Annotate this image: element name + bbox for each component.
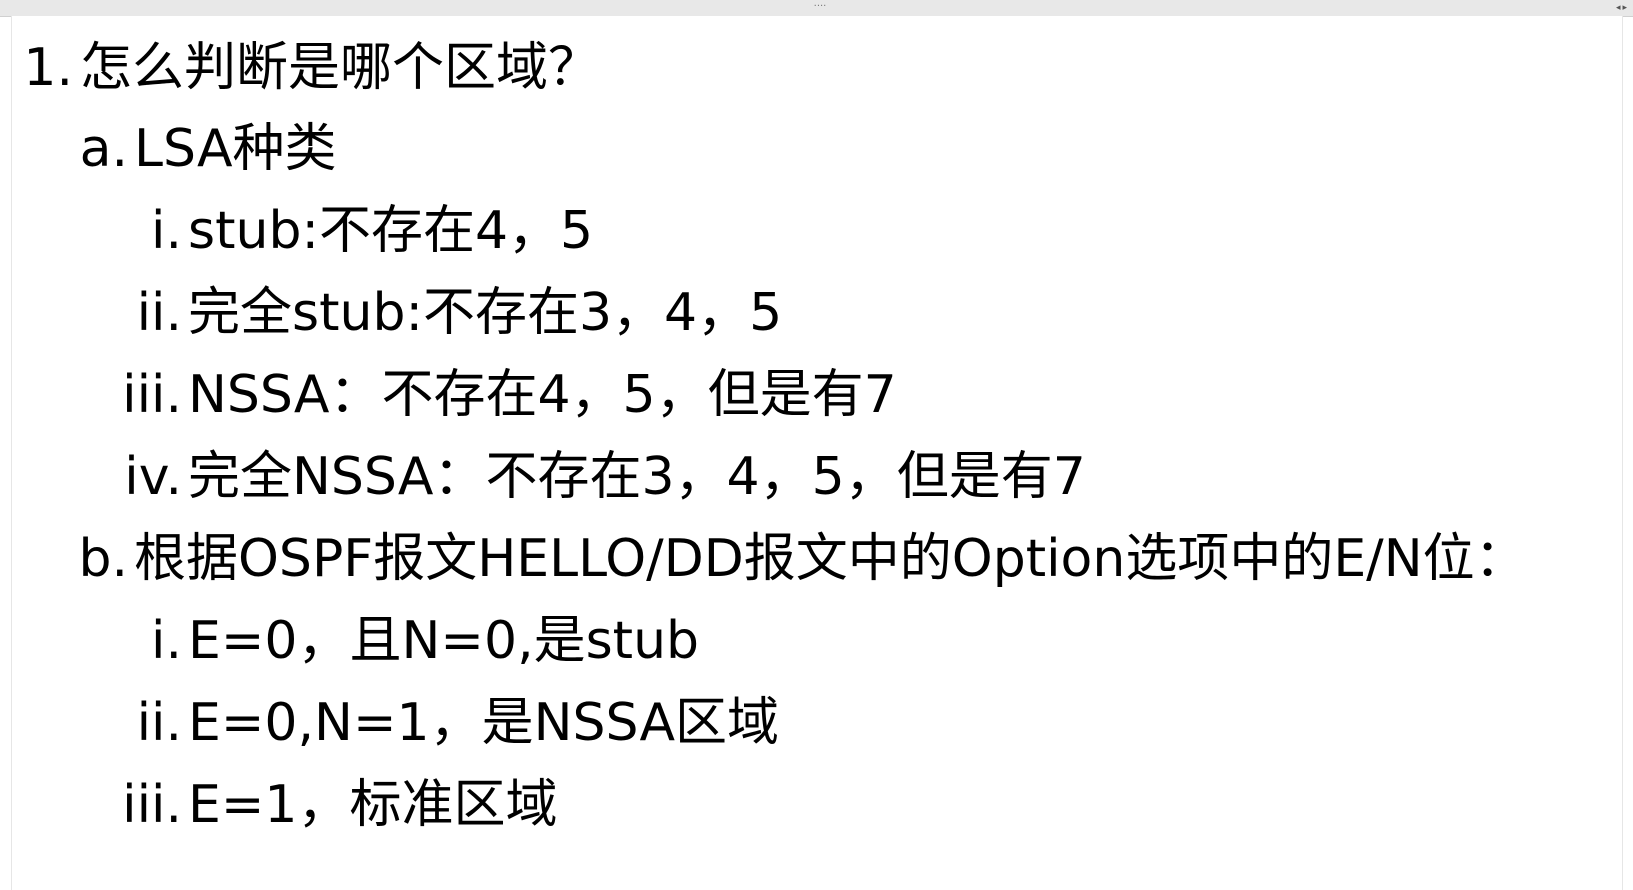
- list-item-text: NSSA：不存在4，5，但是有7: [188, 365, 897, 425]
- list-marker: b.: [78, 529, 128, 589]
- list-item-text: 完全stub:不存在3，4，5: [188, 283, 783, 343]
- list-marker: iii.: [122, 365, 182, 425]
- list-item-text: E=0,N=1，是NSSA区域: [188, 693, 780, 753]
- list-item-text: E=1，标准区域: [188, 775, 558, 835]
- list-marker: i.: [151, 201, 182, 261]
- list-item-text: E=0，且N=0,是stub: [188, 611, 700, 671]
- window-top-bar: ···· ◂ ▸: [0, 0, 1633, 17]
- drag-handle-icon[interactable]: ····: [805, 2, 835, 12]
- document-page: 1. 怎么判断是哪个区域？ a. LSA种类 i. stub:不存在4，5 ii…: [11, 16, 1623, 890]
- list-marker: i.: [151, 611, 182, 671]
- list-marker: ii.: [136, 283, 182, 343]
- list-item-text: 怎么判断是哪个区域？: [80, 38, 601, 98]
- list-item-text: LSA种类: [134, 119, 337, 179]
- list-marker: ii.: [136, 693, 182, 753]
- list-item-text: 根据OSPF报文HELLO/DD报文中的Option选项中的E/N位：: [134, 529, 1527, 589]
- list-item-text: stub:不存在4，5: [188, 201, 594, 261]
- list-marker: a.: [79, 119, 128, 179]
- chevron-left-icon[interactable]: ◂: [1616, 1, 1621, 15]
- panel-resize-control[interactable]: ◂ ▸: [1616, 1, 1627, 15]
- list-marker: iv.: [124, 447, 182, 507]
- chevron-right-icon[interactable]: ▸: [1622, 1, 1627, 15]
- list-marker: iii.: [122, 775, 182, 835]
- list-marker: 1.: [23, 38, 73, 98]
- list-item-text: 完全NSSA：不存在3，4，5，但是有7: [188, 447, 1086, 507]
